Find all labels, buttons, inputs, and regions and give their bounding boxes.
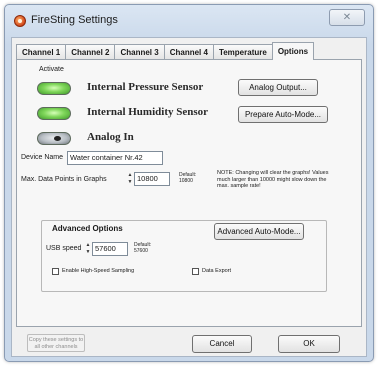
data-export-checkbox[interactable] xyxy=(192,268,199,275)
humidity-sensor-label: Internal Humidity Sensor xyxy=(87,106,209,118)
tab-channel-3[interactable]: Channel 3 xyxy=(114,44,165,60)
humidity-sensor-toggle[interactable] xyxy=(37,107,71,120)
max-points-label: Max. Data Points in Graphs xyxy=(21,176,107,183)
settings-window: FireSting Settings ✕ Channel 1 Channel 2… xyxy=(4,4,374,362)
usb-speed-spinner[interactable]: ▲ ▼ xyxy=(85,242,91,256)
title-bar: FireSting Settings ✕ xyxy=(5,5,373,35)
usb-speed-default-value: 57600 xyxy=(134,248,148,254)
cancel-button[interactable]: Cancel xyxy=(192,335,252,353)
tab-temperature[interactable]: Temperature xyxy=(212,44,273,60)
spin-down-icon[interactable]: ▼ xyxy=(127,179,133,186)
device-name-input[interactable]: Water container Nr.42 xyxy=(67,151,163,165)
max-points-default: Default: 10800 xyxy=(179,172,196,184)
spin-up-icon[interactable]: ▲ xyxy=(127,172,133,179)
usb-speed-input[interactable]: 57600 xyxy=(92,242,128,256)
tab-channel-2[interactable]: Channel 2 xyxy=(65,44,116,60)
device-name-label: Device Name xyxy=(21,154,64,161)
spin-up-icon[interactable]: ▲ xyxy=(85,242,91,249)
usb-speed-label: USB speed xyxy=(46,245,82,252)
advanced-options-title: Advanced Options xyxy=(52,224,123,233)
tab-options[interactable]: Options xyxy=(271,42,315,60)
advanced-options-group: Advanced Options Advanced Auto-Mode... U… xyxy=(41,220,327,292)
high-speed-sampling-checkbox[interactable] xyxy=(52,268,59,275)
tab-channel-1[interactable]: Channel 1 xyxy=(16,44,67,60)
prepare-auto-mode-button[interactable]: Prepare Auto-Mode... xyxy=(238,106,328,123)
activate-label: Activate xyxy=(39,66,64,73)
close-button[interactable]: ✕ xyxy=(329,9,365,26)
data-export-label: Data Export xyxy=(202,268,232,274)
spin-down-icon[interactable]: ▼ xyxy=(85,249,91,256)
analog-output-button[interactable]: Analog Output... xyxy=(238,79,318,96)
firesting-app-icon xyxy=(14,15,26,27)
usb-speed-default: Default: 57600 xyxy=(134,242,151,254)
analog-in-toggle[interactable] xyxy=(37,132,71,145)
high-speed-sampling-label: Enable High-Speed Sampling xyxy=(62,268,135,274)
ok-button[interactable]: OK xyxy=(278,335,340,353)
dialog-client-area: Channel 1 Channel 2 Channel 3 Channel 4 … xyxy=(11,37,367,357)
pressure-sensor-label: Internal Pressure Sensor xyxy=(87,81,204,93)
pressure-sensor-toggle[interactable] xyxy=(37,82,71,95)
tab-strip: Channel 1 Channel 2 Channel 3 Channel 4 … xyxy=(16,42,315,60)
options-panel: Activate Internal Pressure Sensor Intern… xyxy=(16,59,362,327)
tab-channel-4[interactable]: Channel 4 xyxy=(163,44,214,60)
max-points-spinner[interactable]: ▲ ▼ xyxy=(127,172,133,186)
window-title: FireSting Settings xyxy=(31,14,118,26)
max-points-default-value: 10800 xyxy=(179,178,193,184)
copy-settings-button[interactable]: Copy these settings to all other channel… xyxy=(27,334,85,352)
max-points-input[interactable]: 10800 xyxy=(134,172,170,186)
max-points-note: NOTE: Changing will clear the graphs! Va… xyxy=(217,170,329,189)
advanced-auto-mode-button[interactable]: Advanced Auto-Mode... xyxy=(214,223,304,240)
analog-in-label: Analog In xyxy=(87,131,134,143)
